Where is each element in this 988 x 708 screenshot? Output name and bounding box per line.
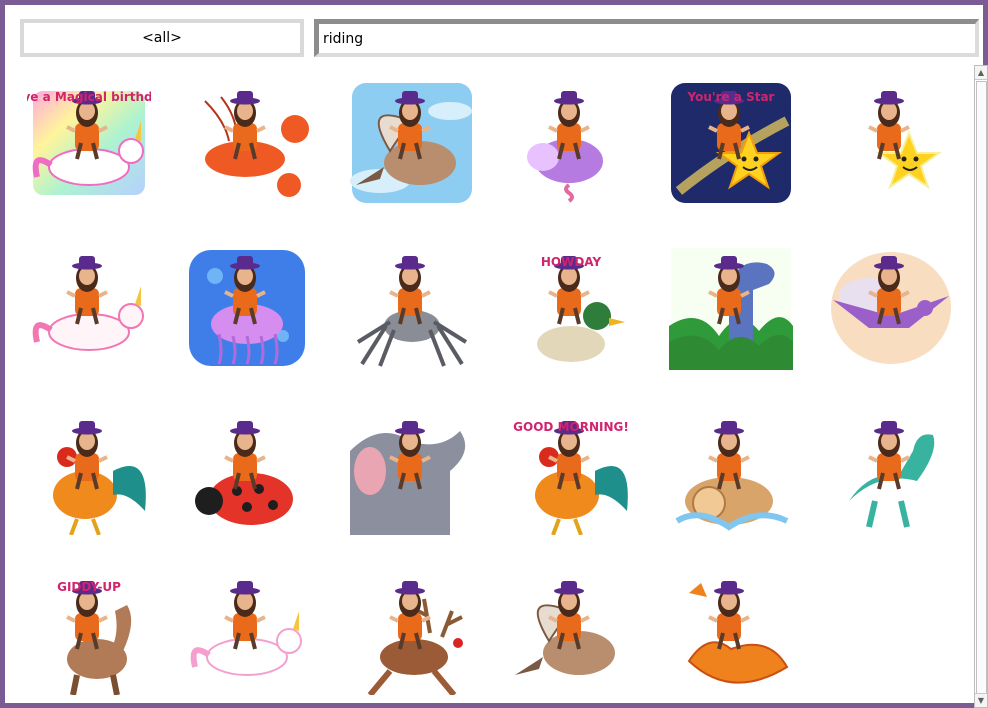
- sticker-sparrow-sky[interactable]: [350, 81, 474, 205]
- avatar: [708, 581, 750, 650]
- search-field[interactable]: [314, 19, 979, 57]
- flying-unicorn-pink-image: [32, 256, 144, 351]
- magical-birthday-unicorn-image: Have a Magical birthday!: [27, 90, 151, 195]
- sticker-ladybug[interactable]: [185, 411, 309, 535]
- sticker-jellyfish[interactable]: [185, 246, 309, 370]
- category-dropdown-label: <all>: [142, 30, 182, 46]
- flying-unicorn-white-image: [190, 581, 302, 676]
- sparrow-sky-image: [350, 83, 472, 203]
- sticker-howday-duck[interactable]: HOWDAY: [509, 246, 633, 370]
- sticker-flying-unicorn-white[interactable]: [185, 571, 309, 695]
- sticker-reindeer[interactable]: [350, 571, 474, 695]
- sticker-caption: HOWDAY: [541, 255, 602, 269]
- jellyfish-image: [189, 250, 305, 366]
- triangle-down-icon[interactable]: ▼: [975, 693, 987, 707]
- sticker-shooting-star[interactable]: [829, 81, 953, 205]
- brontosaurus-image: [669, 248, 793, 370]
- ladybug-image: [195, 421, 293, 525]
- sticker-good-morning-rooster[interactable]: GOOD MORNING!: [509, 411, 633, 535]
- sticker-caption: GOOD MORNING!: [513, 420, 629, 434]
- sticker-youre-a-star[interactable]: You're a Star: [669, 81, 793, 205]
- lobster-image: [204, 91, 309, 197]
- sticker-picker-window: <all> Have a Magical birthday!: [0, 0, 988, 708]
- howday-duck-image: HOWDAY: [537, 255, 625, 362]
- sticker-log-rapids[interactable]: [669, 411, 793, 535]
- triangle-up-icon[interactable]: ▲: [975, 66, 987, 80]
- sticker-caption: GIDDY-UP: [57, 580, 121, 594]
- sticker-elephant[interactable]: [350, 411, 474, 535]
- sticker-magical-birthday-unicorn[interactable]: Have a Magical birthday!: [27, 81, 151, 205]
- sticker-caption: You're a Star: [687, 90, 775, 104]
- rooster-image: [53, 421, 146, 535]
- shooting-star-image: [868, 91, 943, 190]
- sticker-grid: Have a Magical birthday! You're a Star: [27, 81, 963, 701]
- search-input[interactable]: [323, 27, 963, 51]
- donkey-spider-image: [356, 256, 468, 367]
- sticker-autumn-leaf[interactable]: [669, 571, 793, 695]
- sticker-lobster[interactable]: [185, 81, 309, 205]
- log-rapids-image: [675, 421, 789, 531]
- sticker-caption: Have a Magical birthday!: [27, 90, 151, 104]
- hippo-spring-image: [527, 91, 603, 203]
- sticker-rooster[interactable]: [27, 411, 151, 535]
- pterodactyl-image: [831, 252, 951, 364]
- sparrow-image: [515, 581, 615, 675]
- sticker-brontosaurus[interactable]: [669, 246, 793, 370]
- autumn-leaf-image: [687, 581, 789, 684]
- sticker-sparrow[interactable]: [509, 571, 633, 695]
- sticker-giddy-up-horse[interactable]: GIDDY-UP: [27, 571, 151, 695]
- good-morning-rooster-image: GOOD MORNING!: [513, 420, 629, 535]
- raptor-image: [849, 421, 935, 528]
- sticker-flying-unicorn-pink[interactable]: [27, 246, 151, 370]
- scrollbar-thumb[interactable]: [976, 81, 987, 694]
- giddy-up-horse-image: GIDDY-UP: [57, 580, 132, 695]
- vertical-scrollbar[interactable]: ▲ ▼: [974, 65, 988, 708]
- sticker-donkey-spider[interactable]: [350, 246, 474, 370]
- category-dropdown[interactable]: <all>: [20, 19, 304, 57]
- sticker-raptor[interactable]: [829, 411, 953, 535]
- elephant-image: [350, 421, 466, 535]
- reindeer-image: [367, 581, 463, 695]
- youre-a-star-image: You're a Star: [671, 83, 791, 203]
- sticker-pterodactyl[interactable]: [829, 246, 953, 370]
- sticker-hippo-spring[interactable]: [509, 81, 633, 205]
